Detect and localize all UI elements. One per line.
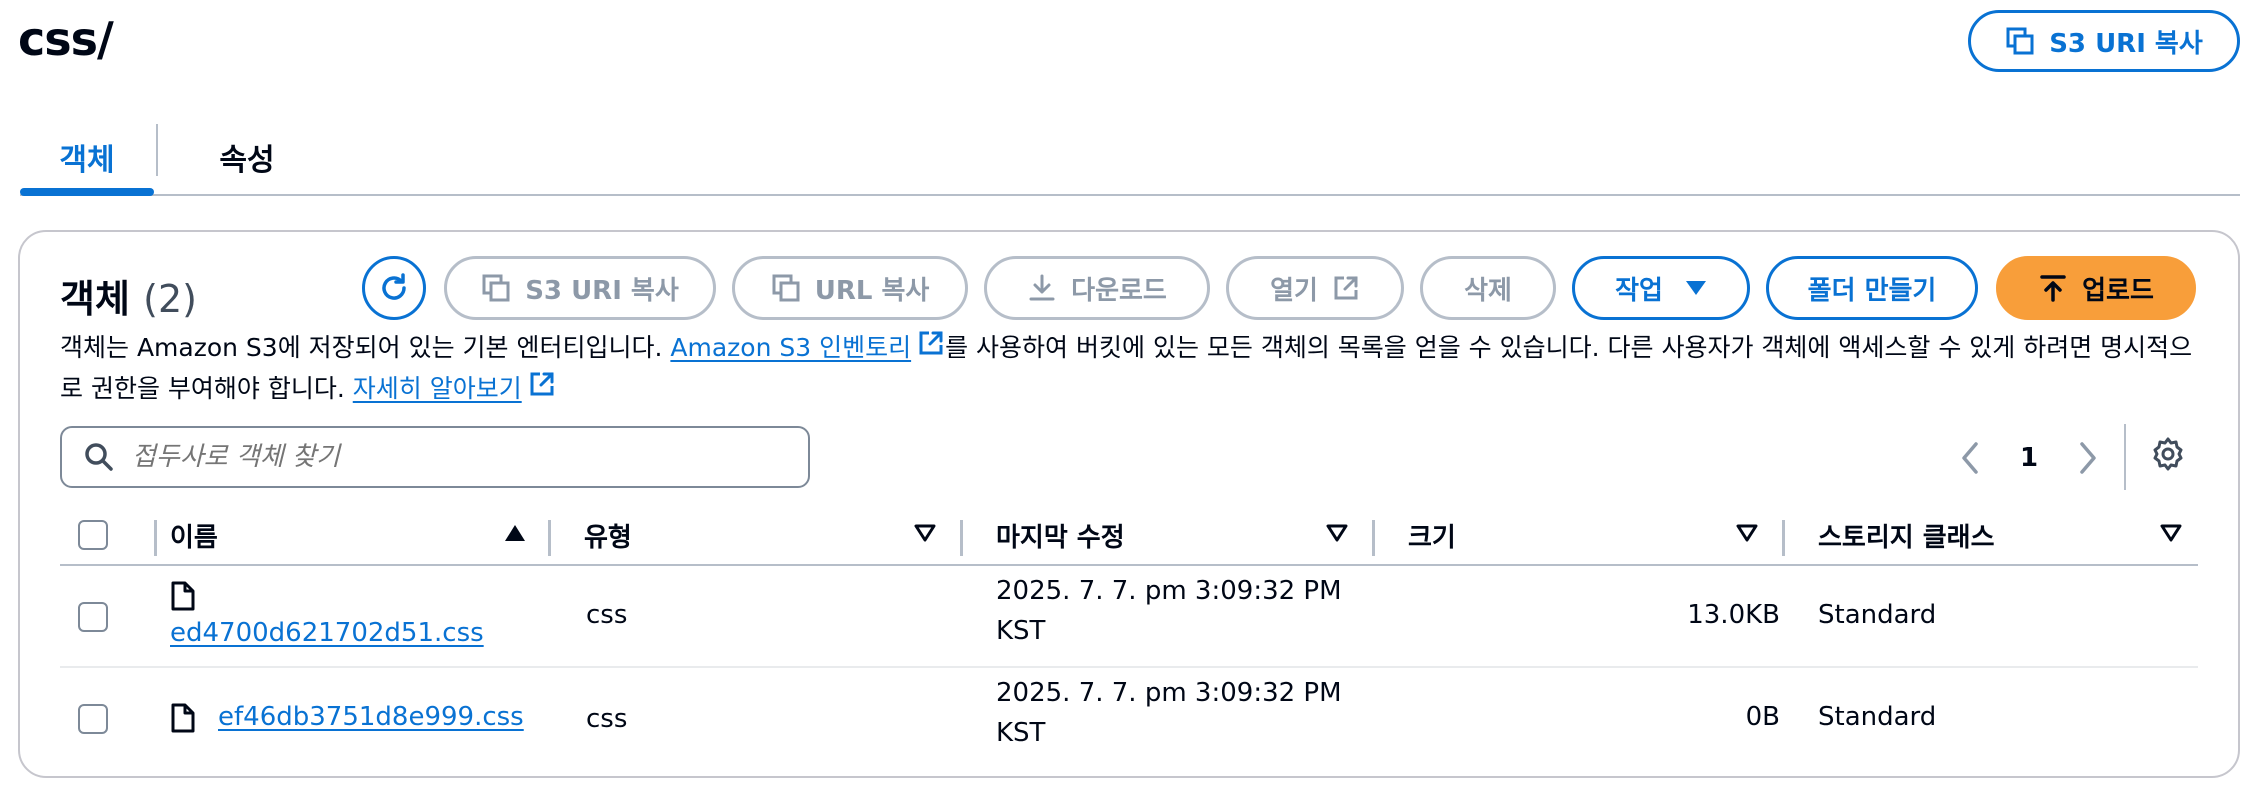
tab-objects[interactable]: 객체 (20, 128, 154, 186)
last-modified-date: 2025. 7. 7. pm 3:09:32 PM (996, 678, 1342, 708)
next-page-button[interactable] (2078, 436, 2098, 480)
active-tab-indicator (20, 188, 154, 196)
search-box (60, 426, 810, 488)
upload-label: 업로드 (2082, 275, 2154, 306)
description-text-1: 객체는 Amazon S3에 저장되어 있는 기본 엔터티입니다. (60, 333, 671, 362)
page-number[interactable]: 1 (2020, 436, 2038, 480)
sort-ascending-icon[interactable] (504, 524, 526, 546)
objects-panel-title: 객체 (2) (60, 268, 197, 323)
column-divider (960, 520, 963, 556)
objects-description: 객체는 Amazon S3에 저장되어 있는 기본 엔터티입니다. Amazon… (60, 328, 2210, 410)
previous-page-button[interactable] (1960, 436, 1980, 480)
storage-class: Standard (1818, 600, 1937, 630)
open-label: 열기 (1270, 275, 1318, 306)
tab-properties[interactable]: 속성 (180, 128, 314, 186)
column-header-name[interactable]: 이름 (170, 506, 218, 564)
copy-icon (481, 273, 511, 303)
select-all-checkbox[interactable] (78, 520, 108, 550)
actions-label: 작업 (1615, 275, 1663, 306)
sort-icon[interactable] (1326, 524, 1348, 546)
column-header-storage-class[interactable]: 스토리지 클래스 (1818, 506, 1995, 564)
external-link-icon (528, 370, 556, 410)
download-button[interactable]: 다운로드 (984, 256, 1210, 320)
last-modified-date: 2025. 7. 7. pm 3:09:32 PM (996, 576, 1342, 606)
external-link-icon (1332, 274, 1360, 302)
download-icon (1027, 273, 1057, 303)
refresh-button[interactable] (362, 256, 426, 320)
last-modified-timezone: KST (996, 718, 1046, 748)
create-folder-label: 폴더 만들기 (1807, 275, 1937, 306)
table-row: ed4700d621702d51.css css 2025. 7. 7. pm … (60, 566, 2198, 668)
file-icon (170, 702, 196, 734)
copy-url-label: URL 복사 (814, 275, 930, 306)
last-modified-timezone: KST (996, 616, 1046, 646)
upload-icon (2038, 273, 2068, 303)
upload-button[interactable]: 업로드 (1996, 256, 2196, 320)
delete-button[interactable]: 삭제 (1420, 256, 1556, 320)
refresh-icon (376, 270, 412, 306)
copy-icon (2005, 26, 2035, 56)
copy-s3-uri-header-button[interactable]: S3 URI 복사 (1968, 10, 2240, 72)
object-name-link[interactable]: ed4700d621702d51.css (170, 618, 484, 648)
copy-s3-uri-button[interactable]: S3 URI 복사 (444, 256, 716, 320)
delete-label: 삭제 (1464, 275, 1512, 306)
object-type: css (586, 600, 628, 630)
table-preferences-button[interactable] (2150, 436, 2186, 476)
external-link-icon (917, 329, 945, 369)
object-size: 13.0KB (1687, 600, 1780, 630)
object-name-link[interactable]: ef46db3751d8e999.css (218, 702, 524, 732)
page-title: css/ (18, 12, 114, 66)
table-header: 이름 유형 마지막 수정 크기 스토리지 클래스 (60, 506, 2198, 566)
storage-class: Standard (1818, 702, 1937, 732)
column-header-size[interactable]: 크기 (1408, 506, 1456, 564)
copy-icon (771, 273, 801, 303)
column-divider (154, 520, 157, 556)
pagination-divider (2124, 424, 2126, 490)
object-type: css (586, 704, 628, 734)
search-input[interactable] (132, 442, 772, 472)
sort-icon[interactable] (914, 524, 936, 546)
sort-icon[interactable] (1736, 524, 1758, 546)
row-checkbox[interactable] (78, 704, 108, 734)
column-divider (1782, 520, 1785, 556)
objects-count: (2) (143, 277, 197, 321)
learn-more-link[interactable]: 자세히 알아보기 (353, 374, 522, 403)
tab-divider (156, 124, 158, 176)
object-size: 0B (1745, 702, 1780, 732)
chevron-left-icon (1960, 441, 1980, 475)
file-icon (170, 580, 196, 612)
copy-s3-uri-label: S3 URI 복사 (525, 275, 679, 306)
row-checkbox[interactable] (78, 602, 108, 632)
copy-s3-uri-header-label: S3 URI 복사 (2049, 28, 2203, 59)
inventory-link[interactable]: Amazon S3 인벤토리 (670, 333, 911, 362)
tab-bar: 객체 속성 (20, 118, 2240, 196)
gear-icon (2150, 436, 2186, 472)
table-row: ef46db3751d8e999.css css 2025. 7. 7. pm … (60, 668, 2198, 770)
select-all-cell (78, 506, 108, 564)
actions-dropdown-button[interactable]: 작업 (1572, 256, 1750, 320)
column-header-last-modified[interactable]: 마지막 수정 (996, 506, 1125, 564)
column-header-type[interactable]: 유형 (584, 506, 632, 564)
caret-down-icon (1685, 280, 1707, 296)
copy-url-button[interactable]: URL 복사 (732, 256, 968, 320)
objects-panel: 객체 (2) S3 URI 복사 URL 복사 다운로드 열기 삭제 작업 폴더… (18, 230, 2240, 778)
search-icon (84, 442, 114, 472)
objects-title-text: 객체 (60, 277, 130, 321)
column-divider (548, 520, 551, 556)
open-button[interactable]: 열기 (1226, 256, 1404, 320)
create-folder-button[interactable]: 폴더 만들기 (1766, 256, 1978, 320)
tab-objects-label: 객체 (59, 143, 115, 178)
download-label: 다운로드 (1071, 275, 1167, 306)
chevron-right-icon (2078, 441, 2098, 475)
tab-properties-label: 속성 (219, 143, 275, 178)
sort-icon[interactable] (2160, 524, 2182, 546)
column-divider (1372, 520, 1375, 556)
